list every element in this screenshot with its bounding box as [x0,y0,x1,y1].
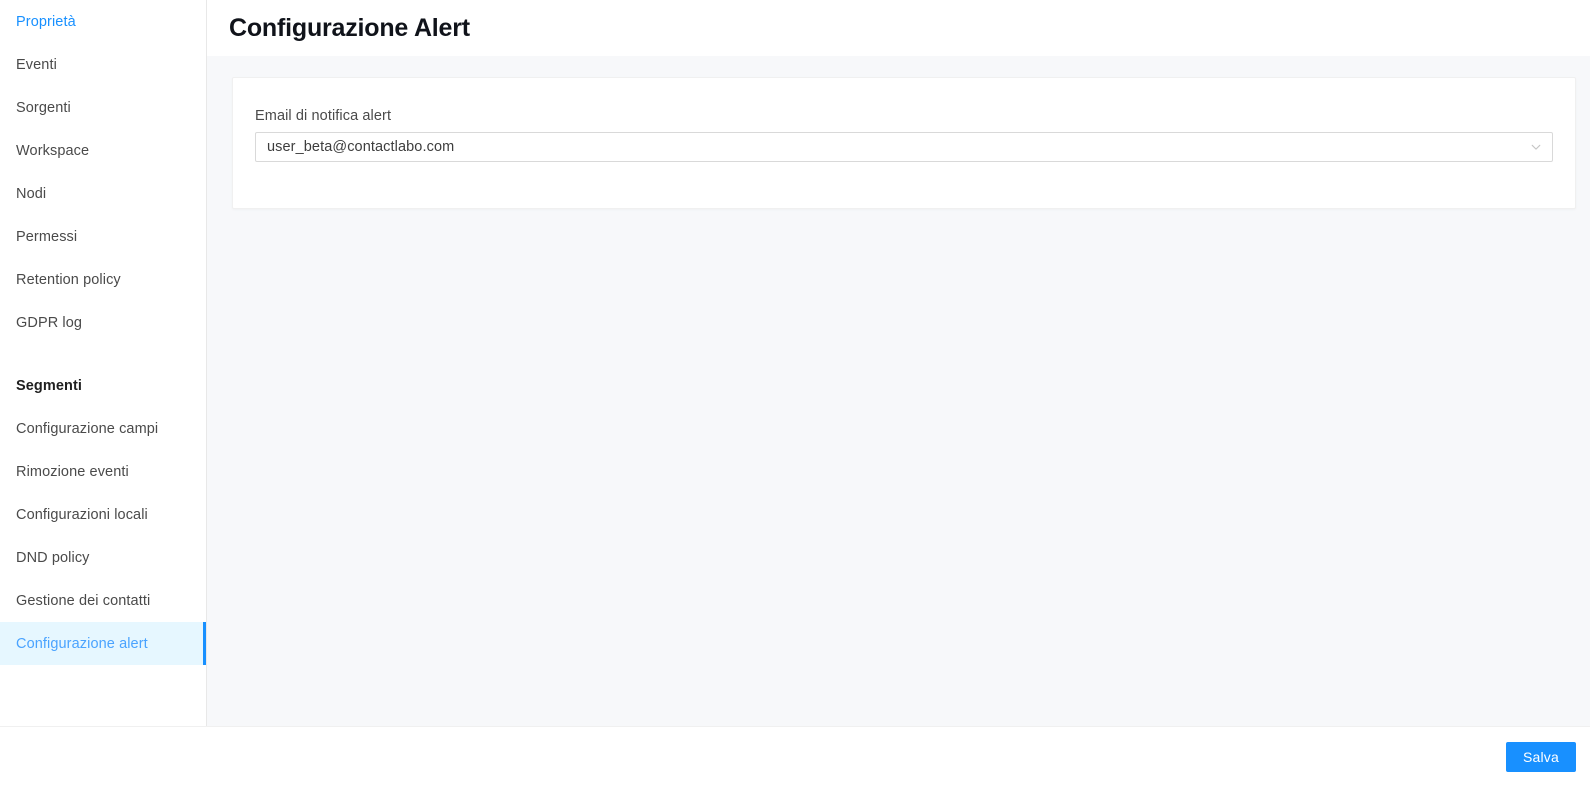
sidebar-item-retention-policy[interactable]: Retention policy [0,258,206,301]
content-area: Email di notifica alert user_beta@contac… [207,56,1590,726]
sidebar-item-propriet[interactable]: Proprietà [0,0,206,43]
sidebar-item-gestione-dei-contatti[interactable]: Gestione dei contatti [0,579,206,622]
sidebar-segments-nav: Configurazione campi Rimozione eventi Conf… [0,407,206,665]
page-title: Configurazione Alert [229,13,470,42]
sidebar-scroll-area[interactable]: Proprietà Eventi Sorgenti Workspace Nodi Perm… [0,0,206,665]
sidebar: Proprietà Eventi Sorgenti Workspace Nodi Perm… [0,0,207,726]
app-root: Proprietà Eventi Sorgenti Workspace Nodi Perm… [0,0,1590,787]
sidebar-item-label: GDPR log [16,314,83,331]
sidebar-item-gdpr-log[interactable]: GDPR log [0,301,206,344]
sidebar-item-rimozione-eventi[interactable]: Rimozione eventi [0,450,206,493]
sidebar-item-label: Permessi [16,228,78,245]
sidebar-primary-nav: Proprietà Eventi Sorgenti Workspace Nodi Perm… [0,0,206,344]
sidebar-item-label: Nodi [16,185,47,202]
chevron-down-icon [1530,141,1542,153]
sidebar-item-workspace[interactable]: Workspace [0,129,206,172]
page-header: Configurazione Alert [207,0,1590,56]
sidebar-item-dnd-policy[interactable]: DND policy [0,536,206,579]
sidebar-item-configurazione-alert[interactable]: Configurazione alert [0,622,206,665]
sidebar-item-label: Gestione dei contatti [16,592,151,609]
sidebar-item-label: Proprietà [16,13,76,30]
sidebar-section-title-segmenti: Segmenti [16,377,83,394]
footer-action-bar: Salva [0,726,1590,787]
sidebar-item-eventi[interactable]: Eventi [0,43,206,86]
email-field-label: Email di notifica alert [255,108,392,124]
sidebar-item-label: DND policy [16,549,90,566]
sidebar-item-label: Rimozione eventi [16,463,129,480]
sidebar-item-label: Eventi [16,56,57,73]
sidebar-item-configurazioni-locali[interactable]: Configurazioni locali [0,493,206,536]
sidebar-item-sorgenti[interactable]: Sorgenti [0,86,206,129]
save-button[interactable]: Salva [1505,742,1576,772]
main-content: Configurazione Alert Email di notifica a… [207,0,1590,726]
sidebar-item-label: Configurazioni locali [16,506,148,523]
sidebar-item-configurazione-campi[interactable]: Configurazione campi [0,407,206,450]
sidebar-item-label: Configurazione alert [16,635,148,652]
alert-email-select-value: user_beta@contactlabo.com [267,139,455,155]
sidebar-item-label: Sorgenti [16,99,71,116]
alert-config-card: Email di notifica alert user_beta@contac… [232,77,1576,209]
sidebar-item-nodi[interactable]: Nodi [0,172,206,215]
sidebar-item-label: Configurazione campi [16,420,159,437]
sidebar-item-permessi[interactable]: Permessi [0,215,206,258]
sidebar-item-label: Retention policy [16,271,121,288]
sidebar-item-label: Workspace [16,142,90,159]
alert-email-select[interactable]: user_beta@contactlabo.com [255,132,1553,162]
